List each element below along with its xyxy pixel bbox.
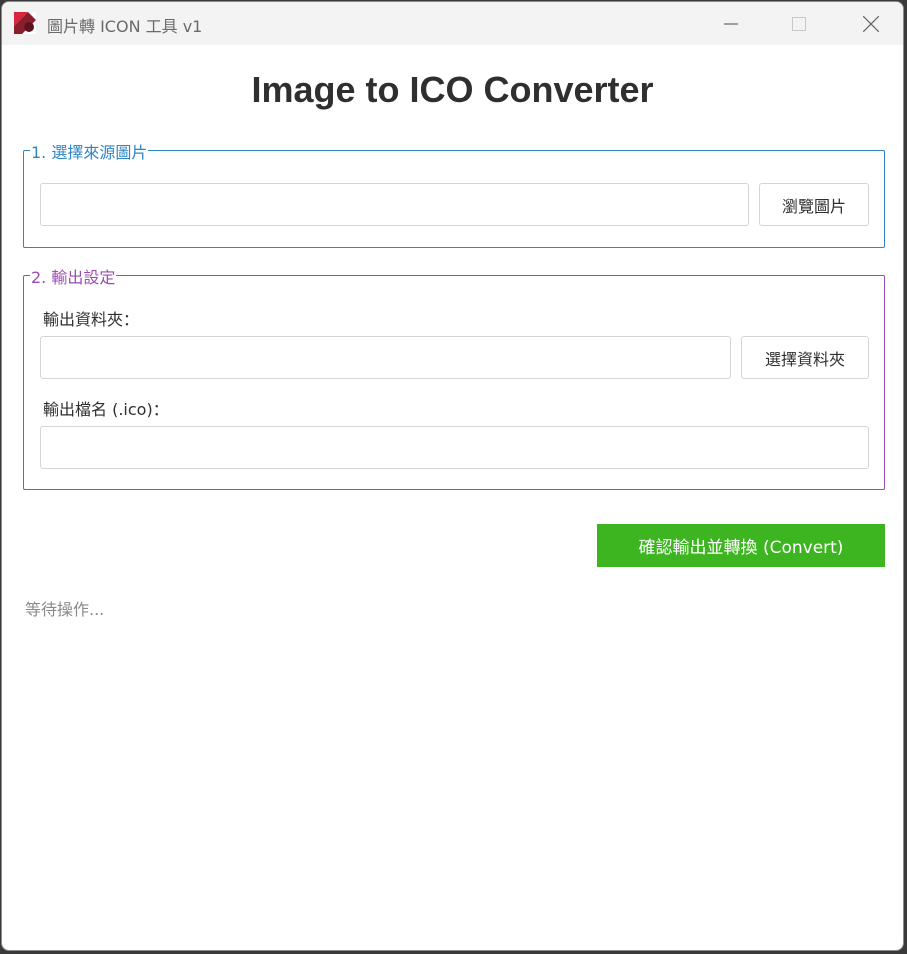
output-group-legend: 2. 輸出設定 <box>30 264 117 288</box>
maximize-button[interactable] <box>776 2 822 45</box>
output-filename-label: 輸出檔名 (.ico)： <box>43 400 169 419</box>
app-icon <box>13 11 37 35</box>
minimize-icon <box>724 17 738 31</box>
close-button[interactable] <box>848 2 894 45</box>
source-image-group: 1. 選擇來源圖片 瀏覽圖片 <box>23 139 885 248</box>
app-window: 圖片轉 ICON 工具 v1 Image to ICO Converter 1.… <box>1 1 904 951</box>
output-settings-group: 2. 輸出設定 輸出資料夾： 選擇資料夾 輸出檔名 (.ico)： <box>23 264 885 490</box>
output-filename-input[interactable] <box>40 426 869 469</box>
choose-folder-button[interactable]: 選擇資料夾 <box>741 336 869 379</box>
maximize-icon <box>792 16 806 31</box>
window-title: 圖片轉 ICON 工具 v1 <box>47 17 203 36</box>
title-bar[interactable]: 圖片轉 ICON 工具 v1 <box>2 2 903 45</box>
page-title: Image to ICO Converter <box>251 69 654 110</box>
browse-image-button[interactable]: 瀏覽圖片 <box>759 183 869 226</box>
source-group-legend: 1. 選擇來源圖片 <box>30 139 149 163</box>
output-folder-input[interactable] <box>40 336 731 379</box>
output-folder-label: 輸出資料夾： <box>43 310 140 329</box>
status-text: 等待操作... <box>25 600 105 619</box>
minimize-button[interactable] <box>708 2 754 45</box>
convert-button[interactable]: 確認輸出並轉換 (Convert) <box>597 524 885 567</box>
source-path-input[interactable] <box>40 183 749 226</box>
close-icon <box>863 15 879 32</box>
